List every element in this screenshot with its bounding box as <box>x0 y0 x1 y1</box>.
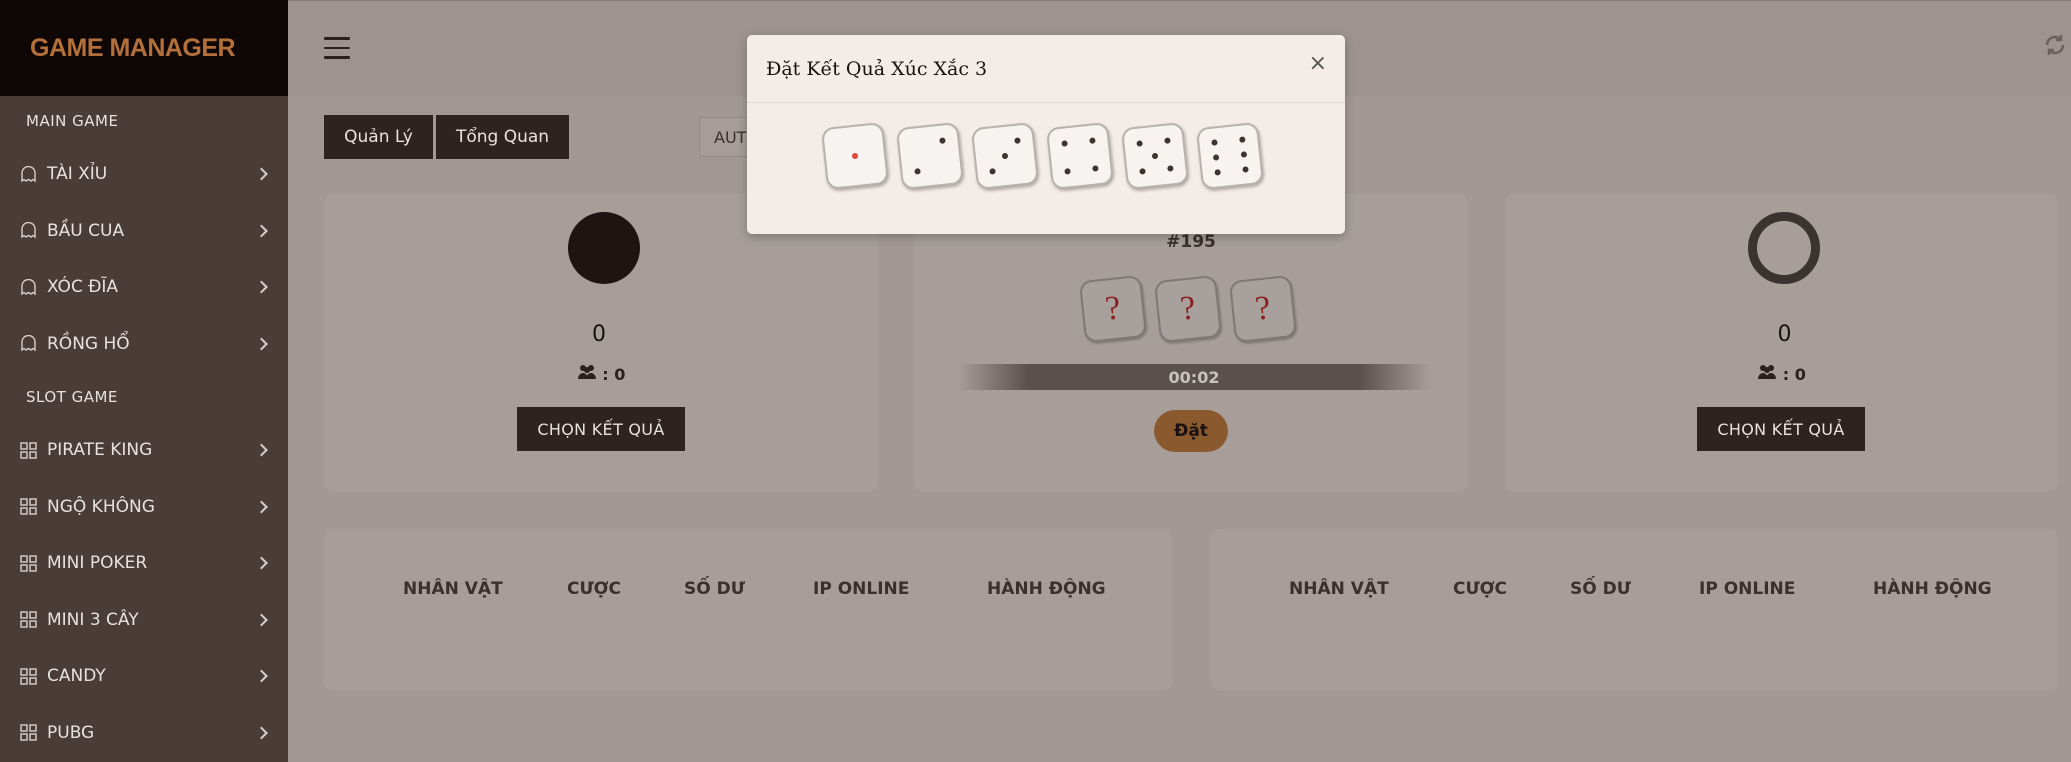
chevron-right-icon <box>255 167 268 181</box>
left-result-card: 0 : 0 CHỌN KẾT QUẢ <box>324 194 878 492</box>
section-title-main: MAIN GAME <box>26 112 119 130</box>
sidebar-item-xoc-dia[interactable]: XÓC ĐĨA <box>0 259 288 316</box>
sidebar-item-label: XÓC ĐĨA <box>47 277 119 298</box>
ghost-icon <box>20 278 37 296</box>
ghost-icon <box>20 222 37 239</box>
hamburger-icon[interactable] <box>324 37 350 59</box>
grid-icon <box>20 668 37 685</box>
left-players-table: NHÂN VẬT CƯỢC SỐ DƯ IP ONLINE HÀNH ĐỘNG <box>324 529 1172 691</box>
grid-icon <box>20 442 37 459</box>
result-die-3: ? <box>1228 274 1298 344</box>
chevron-right-icon <box>255 443 268 457</box>
sidebar-item-label: TÀI XỈU <box>47 164 108 185</box>
users-icon <box>1757 365 1783 384</box>
countdown-timer: 00:02 <box>958 364 1430 390</box>
col-action: HÀNH ĐỘNG <box>1873 579 1992 599</box>
sidebar-item-label: BẦU CUA <box>47 220 125 241</box>
grid-icon <box>20 498 37 515</box>
sidebar-item-label: CANDY <box>47 666 106 687</box>
left-pick-result-button[interactable]: CHỌN KẾT QUẢ <box>517 407 685 451</box>
center-session-card: #195 ? ? ? 00:02 Đặt <box>914 194 1468 492</box>
chevron-right-icon <box>255 500 268 514</box>
col-balance: SỐ DƯ <box>684 579 745 599</box>
left-total-value: 0 <box>592 322 606 347</box>
right-result-card: 0 : 0 CHỌN KẾT QUẢ <box>1505 194 2058 492</box>
sidebar-item-ngo-khong[interactable]: NGỘ KHÔNG <box>0 479 288 536</box>
die-face-2[interactable] <box>895 121 965 191</box>
brand-title: GAME MANAGER <box>30 33 236 62</box>
white-token-icon <box>1748 212 1820 284</box>
close-icon[interactable]: × <box>1309 53 1327 75</box>
chevron-right-icon <box>255 726 268 740</box>
sidebar-item-candy[interactable]: CANDY <box>0 648 288 705</box>
sidebar: GAME MANAGER MAIN GAME TÀI XỈU BẦU CUA X… <box>0 0 288 762</box>
sidebar-item-label: RỒNG HỔ <box>47 333 130 354</box>
black-token-icon <box>568 212 640 284</box>
sidebar-item-tai-xiu[interactable]: TÀI XỈU <box>0 146 288 203</box>
users-count-label: : 0 <box>602 365 626 384</box>
tab-overview[interactable]: Tổng Quan <box>436 115 569 159</box>
sidebar-item-rong-ho[interactable]: RỒNG HỔ <box>0 316 288 373</box>
set-result-modal: Đặt Kết Quả Xúc Xắc 3 × <box>747 35 1345 234</box>
col-action: HÀNH ĐỘNG <box>987 579 1106 599</box>
col-balance: SỐ DƯ <box>1570 579 1631 599</box>
col-character: NHÂN VẬT <box>403 579 503 599</box>
die-face-1[interactable] <box>820 121 890 191</box>
grid-icon <box>20 724 37 741</box>
sidebar-item-label: PUBG <box>47 722 95 743</box>
sidebar-item-label: PIRATE KING <box>47 440 153 461</box>
grid-icon <box>20 611 37 628</box>
grid-icon <box>20 555 37 572</box>
sidebar-item-pubg[interactable]: PUBG <box>0 705 288 762</box>
modal-title: Đặt Kết Quả Xúc Xắc 3 <box>747 35 1345 103</box>
sidebar-item-label: NGỘ KHÔNG <box>47 496 155 517</box>
brand-logo[interactable]: GAME MANAGER <box>0 0 288 96</box>
result-die-1: ? <box>1078 274 1148 344</box>
dice-options <box>820 121 1274 191</box>
sidebar-item-pirate-king[interactable]: PIRATE KING <box>0 422 288 479</box>
chevron-right-icon <box>255 224 268 238</box>
chevron-right-icon <box>255 613 268 627</box>
left-users-count: : 0 <box>324 364 878 384</box>
ghost-icon <box>20 335 37 352</box>
col-ip-online: IP ONLINE <box>1699 579 1796 599</box>
right-users-count: : 0 <box>1505 364 2058 384</box>
die-face-4[interactable] <box>1045 121 1115 191</box>
ghost-icon <box>20 165 37 183</box>
result-die-2: ? <box>1153 274 1223 344</box>
tab-manage[interactable]: Quản Lý <box>324 115 433 159</box>
refresh-icon[interactable] <box>2043 33 2067 64</box>
die-face-5[interactable] <box>1120 121 1190 191</box>
session-id: #195 <box>1166 232 1216 252</box>
sidebar-item-mini-poker[interactable]: MINI POKER <box>0 535 288 592</box>
place-button[interactable]: Đặt <box>1154 410 1228 452</box>
col-bet: CƯỢC <box>1453 579 1508 599</box>
chevron-right-icon <box>255 280 268 294</box>
chevron-right-icon <box>255 556 268 570</box>
users-icon <box>577 365 603 384</box>
col-ip-online: IP ONLINE <box>813 579 910 599</box>
right-players-table: NHÂN VẬT CƯỢC SỐ DƯ IP ONLINE HÀNH ĐỘNG <box>1210 529 2058 691</box>
die-face-3[interactable] <box>970 121 1040 191</box>
sidebar-item-bau-cua[interactable]: BẦU CUA <box>0 203 288 260</box>
chevron-right-icon <box>255 337 268 351</box>
sidebar-item-label: MINI POKER <box>47 553 148 574</box>
users-count-label: : 0 <box>1782 365 1806 384</box>
die-face-6[interactable] <box>1195 121 1265 191</box>
right-total-value: 0 <box>1777 322 1792 347</box>
sidebar-item-mini-3-cay[interactable]: MINI 3 CÂY <box>0 592 288 649</box>
col-bet: CƯỢC <box>567 579 622 599</box>
chevron-right-icon <box>255 669 268 683</box>
sidebar-item-label: MINI 3 CÂY <box>47 609 139 630</box>
col-character: NHÂN VẬT <box>1289 579 1389 599</box>
section-title-slot: SLOT GAME <box>26 388 118 406</box>
right-pick-result-button[interactable]: CHỌN KẾT QUẢ <box>1697 407 1865 451</box>
